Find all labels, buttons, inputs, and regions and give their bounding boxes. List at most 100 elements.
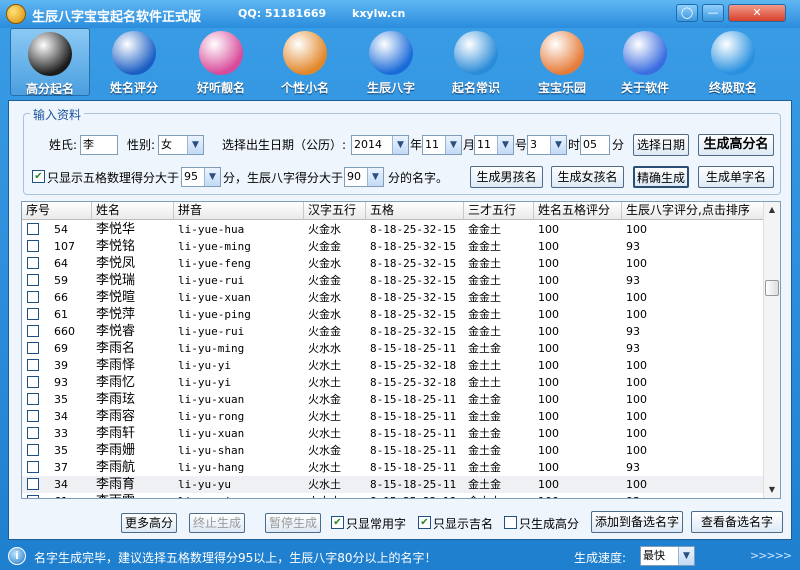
row-checkbox[interactable] xyxy=(27,240,39,252)
table-cell: 8-15-18-25-11 xyxy=(370,410,457,423)
row-checkbox[interactable] xyxy=(27,308,39,320)
table-cell: 100 xyxy=(626,478,647,491)
table-cell: 李雨航 xyxy=(96,460,136,475)
generate-boy-button[interactable]: 生成男孩名 xyxy=(470,166,543,188)
chat-icon[interactable]: ◯ xyxy=(676,4,698,22)
table-row[interactable]: 54 李悦华 li-yue-hua 火金水 8-18-25-32-15 金金土 100 100 xyxy=(22,221,764,238)
toolbar-item-4[interactable]: 生辰八字 xyxy=(351,28,431,96)
high-only-checkbox[interactable] xyxy=(504,516,517,529)
row-checkbox[interactable] xyxy=(27,274,39,286)
score2-select[interactable]: 90 ▼ xyxy=(344,167,384,187)
row-checkbox[interactable] xyxy=(27,376,39,388)
hour-select[interactable]: 3 ▼ xyxy=(527,135,567,155)
row-checkbox[interactable] xyxy=(27,325,39,337)
table-cell: 火金金 xyxy=(308,325,341,338)
score1-select[interactable]: 95 ▼ xyxy=(181,167,221,187)
column-header-2[interactable]: 拼音 xyxy=(174,202,304,220)
row-checkbox[interactable] xyxy=(27,291,39,303)
table-cell: 100 xyxy=(538,461,559,474)
view-backup-button[interactable]: 查看备选名字 xyxy=(691,511,783,533)
row-checkbox[interactable] xyxy=(27,342,39,354)
column-header-0[interactable]: 序号 xyxy=(22,202,92,220)
table-cell: 93 xyxy=(626,240,640,253)
toolbar-item-6[interactable]: 宝宝乐园 xyxy=(522,28,602,96)
generate-single-char-button[interactable]: 生成单字名 xyxy=(698,166,774,188)
row-checkbox[interactable] xyxy=(27,410,39,422)
month-select[interactable]: 11 ▼ xyxy=(422,135,462,155)
table-row[interactable]: 93 李雨忆 li-yu-yi 火水土 8-15-25-32-18 金土土 100 100 xyxy=(22,374,764,391)
table-row[interactable]: 66 李悦暄 li-yue-xuan 火金水 8-18-25-32-15 金金土 100 10… xyxy=(22,289,764,306)
title-bar[interactable]: 生辰八字宝宝起名软件正式版 QQ: 51181669 kxylw.cn ◯ — … xyxy=(0,0,800,28)
speed-select[interactable]: 最快 ▼ xyxy=(640,546,695,566)
row-checkbox[interactable] xyxy=(27,393,39,405)
toolbar-item-5[interactable]: 起名常识 xyxy=(436,28,516,96)
column-header-4[interactable]: 五格 xyxy=(366,202,464,220)
year-select[interactable]: 2014 ▼ xyxy=(351,135,409,155)
row-checkbox[interactable] xyxy=(27,444,39,456)
row-checkbox[interactable] xyxy=(27,257,39,269)
row-checkbox[interactable] xyxy=(27,359,39,371)
column-header-1[interactable]: 姓名 xyxy=(92,202,174,220)
scroll-thumb[interactable] xyxy=(765,280,779,296)
table-row[interactable]: 61 李雨霞 li-yu-xia 火水水 8-15-25-32-18 金土土 100 93 xyxy=(22,493,764,498)
table-cell: 火金水 xyxy=(308,308,341,321)
table-row[interactable]: 34 李雨容 li-yu-rong 火水土 8-15-18-25-11 金土金 100 100 xyxy=(22,408,764,425)
table-row[interactable]: 59 李悦瑞 li-yue-rui 火金金 8-18-25-32-15 金金土 100 93 xyxy=(22,272,764,289)
row-checkbox[interactable] xyxy=(27,223,39,235)
speed-label: 生成速度: xyxy=(574,551,627,565)
day-select[interactable]: 11 ▼ xyxy=(474,135,514,155)
table-cell: li-yue-ming xyxy=(178,240,251,253)
close-button[interactable]: ✕ xyxy=(728,4,786,22)
pause-generate-button[interactable]: 暂停生成 xyxy=(265,513,321,533)
table-row[interactable]: 39 李雨怿 li-yu-yi 火水土 8-15-25-32-18 金土土 100 100 xyxy=(22,357,764,374)
add-backup-button[interactable]: 添加到备选名字 xyxy=(591,511,683,533)
table-row[interactable]: 35 李雨玹 li-yu-xuan 火水金 8-15-18-25-11 金土金 100 100 xyxy=(22,391,764,408)
filter-label: 只显示五格数理得分大于 xyxy=(47,171,180,185)
table-row[interactable]: 64 李悦凤 li-yue-feng 火金水 8-18-25-32-15 金金土 100 10… xyxy=(22,255,764,272)
table-row[interactable]: 34 李雨育 li-yu-yu 火水土 8-15-18-25-11 金土金 100 100 xyxy=(22,476,764,493)
scroll-up-icon[interactable]: ▲ xyxy=(764,202,780,218)
toolbar-item-0[interactable]: 高分起名 xyxy=(10,28,90,96)
more-high-score-button[interactable]: 更多高分 xyxy=(121,513,177,533)
vertical-scrollbar[interactable]: ▲ ▼ xyxy=(763,202,780,498)
table-cell: 107 xyxy=(54,240,75,253)
toolbar-item-2[interactable]: 好听靓名 xyxy=(181,28,261,96)
gender-select[interactable]: 女 ▼ xyxy=(158,135,204,155)
column-header-5[interactable]: 三才五行 xyxy=(464,202,534,220)
table-row[interactable]: 61 李悦萍 li-yue-ping 火金水 8-18-25-32-15 金金土 100 10… xyxy=(22,306,764,323)
generate-girl-button[interactable]: 生成女孩名 xyxy=(551,166,624,188)
lucky-only-checkbox[interactable]: ✔ xyxy=(418,516,431,529)
common-chars-checkbox[interactable]: ✔ xyxy=(331,516,344,529)
app-window: 生辰八字宝宝起名软件正式版 QQ: 51181669 kxylw.cn ◯ — … xyxy=(0,0,800,570)
table-row[interactable]: 33 李雨轩 li-yu-xuan 火水土 8-15-18-25-11 金土金 100 100 xyxy=(22,425,764,442)
row-checkbox[interactable] xyxy=(27,478,39,490)
toolbar-item-8[interactable]: 终极取名 xyxy=(693,28,773,96)
precise-generate-button[interactable]: 精确生成 xyxy=(633,166,689,188)
minute-input[interactable]: 05 xyxy=(580,135,610,155)
table-cell: 金金土 xyxy=(468,325,501,338)
toolbar-item-7[interactable]: 关于软件 xyxy=(605,28,685,96)
row-checkbox[interactable] xyxy=(27,427,39,439)
table-row[interactable]: 35 李雨姗 li-yu-shan 火水金 8-15-18-25-11 金土金 100 100 xyxy=(22,442,764,459)
toolbar-item-1[interactable]: 姓名评分 xyxy=(94,28,174,96)
globe-icon xyxy=(112,31,156,75)
table-row[interactable]: 69 李雨名 li-yu-ming 火水水 8-15-18-25-11 金土金 100 93 xyxy=(22,340,764,357)
filter-checkbox[interactable]: ✔ xyxy=(32,170,45,183)
stop-generate-button[interactable]: 终止生成 xyxy=(189,513,245,533)
table-row[interactable]: 37 李雨航 li-yu-hang 火水土 8-15-18-25-11 金土金 100 93 xyxy=(22,459,764,476)
column-header-7[interactable]: 生辰八字评分,点击排序 xyxy=(622,202,764,220)
surname-input[interactable]: 李 xyxy=(80,135,118,155)
row-checkbox[interactable] xyxy=(27,461,39,473)
select-date-button[interactable]: 选择日期 xyxy=(633,134,689,156)
scroll-down-icon[interactable]: ▼ xyxy=(764,482,780,498)
column-header-3[interactable]: 汉字五行 xyxy=(304,202,366,220)
table-row[interactable]: 660 李悦睿 li-yue-rui 火金金 8-18-25-32-15 金金土 100 93 xyxy=(22,323,764,340)
names-table[interactable]: 序号 姓名 拼音 汉字五行 五格 三才五行 姓名五格评分 生辰八字评分,点击排序 54 李悦华 l… xyxy=(21,201,781,499)
toolbar-item-3[interactable]: 个性小名 xyxy=(265,28,345,96)
table-row[interactable]: 107 李悦铭 li-yue-ming 火金金 8-18-25-32-15 金金土 100 9… xyxy=(22,238,764,255)
generate-high-score-button[interactable]: 生成高分名 xyxy=(698,134,774,156)
minimize-button[interactable]: — xyxy=(702,4,724,22)
column-header-6[interactable]: 姓名五格评分 xyxy=(534,202,622,220)
gender-value: 女 xyxy=(161,138,172,151)
row-checkbox[interactable] xyxy=(27,495,39,498)
